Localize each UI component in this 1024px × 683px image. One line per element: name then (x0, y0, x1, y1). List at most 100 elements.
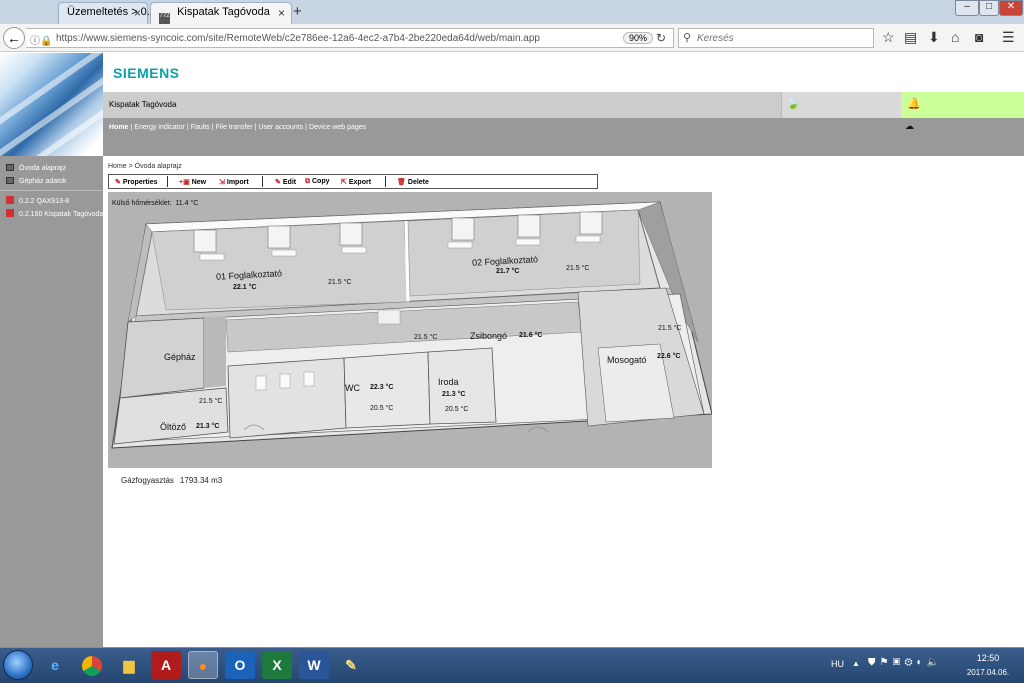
new-button[interactable]: +▣ New (179, 178, 206, 186)
import-icon: ⇲ (219, 179, 225, 186)
room-iroda-setpoint[interactable]: 20.5 °C (445, 406, 468, 413)
browser-nav-bar: ← ⓘ🔒 https://www.siemens-syncoic.com/sit… (0, 24, 1024, 52)
room-mosogato-setpoint[interactable]: 21.5 °C (658, 325, 681, 332)
toolbar-divider (167, 176, 168, 187)
browser-tab-bar: Üzemeltetés > 0... × 772 Kispatak Tagóvo… (0, 0, 1024, 25)
edit-button[interactable]: ✎ Edit (275, 178, 296, 186)
internet-explorer-icon[interactable]: e (40, 651, 70, 679)
export-button[interactable]: ⇱ Export (341, 178, 371, 186)
room-wc-setpoint[interactable]: 20.5 °C (370, 405, 393, 412)
device-icon (6, 209, 14, 217)
search-input[interactable] (697, 31, 867, 45)
room-zsibongo-label[interactable]: Zsibongó (470, 331, 507, 341)
clock-time[interactable]: 12:50 (968, 653, 1008, 663)
room-foglalkoztato-01-setpoint[interactable]: 21.5 °C (328, 279, 351, 286)
cloud-icon[interactable]: ☁ (905, 121, 914, 132)
excel-icon[interactable]: X (262, 651, 292, 679)
info-lock-icon[interactable]: ⓘ🔒 (30, 32, 52, 47)
search-icon: ⚲ (683, 32, 692, 44)
sidebar-item-ovoda-alaprajz[interactable]: Óvoda alaprajz (6, 164, 66, 172)
menu-device-web-pages[interactable]: Device web pages (309, 124, 366, 131)
import-button[interactable]: ⇲ Import (219, 178, 249, 186)
bell-icon: 🔔 (907, 98, 921, 110)
show-hidden-icons-icon[interactable]: ▲ (852, 659, 860, 668)
gas-consumption: Gázfogyasztás 1793.34 m3 (121, 476, 222, 485)
room-wc-label[interactable]: WC (345, 383, 360, 393)
tab-kispatak[interactable]: 772 Kispatak Tagóvoda × (150, 2, 292, 25)
room-zsibongo-temp: 21.6 °C (519, 332, 543, 339)
gas-consumption-value: 1793.34 m3 (179, 476, 223, 485)
sidebar-device-qax913[interactable]: 0.2.2 QAX913-8 (6, 196, 69, 205)
zoom-indicator[interactable]: 90% (623, 32, 654, 44)
close-tab-icon[interactable]: × (278, 6, 285, 20)
close-tab-icon[interactable]: × (134, 6, 141, 20)
outlook-icon[interactable]: O (225, 651, 255, 679)
reload-icon[interactable]: ↻ (656, 31, 666, 45)
copy-icon: ⧉ (305, 178, 310, 185)
room-zsibongo-setpoint[interactable]: 21.5 °C (414, 334, 437, 341)
paint-icon[interactable]: ✎ (336, 651, 366, 679)
clock-date[interactable]: 2017.04.06. (964, 668, 1012, 677)
room-mosogato-label[interactable]: Mosogató (607, 355, 647, 365)
main-menu: Home | Energy indicator | Faults | File transf… (103, 118, 1024, 156)
menu-user-accounts[interactable]: User accounts (258, 124, 303, 131)
hamburger-menu-icon[interactable]: ☰ (1002, 29, 1015, 46)
close-window-button[interactable]: ✕ (999, 0, 1023, 16)
delete-button[interactable]: 🗑 Delete (397, 178, 429, 186)
siemens-logo: SIEMENS (113, 65, 180, 81)
export-icon: ⇱ (341, 179, 347, 186)
sidebar-divider (0, 190, 103, 191)
room-oltozo-temp: 21.3 °C (196, 423, 220, 430)
room-foglalkoztato-02-setpoint[interactable]: 21.5 °C (566, 265, 589, 272)
menu-home[interactable]: Home (109, 124, 128, 131)
sidebar-item-gephaz-adatok[interactable]: Gépház adatok (6, 177, 66, 185)
home-icon[interactable]: ⌂ (951, 29, 959, 45)
room-gephaz-label[interactable]: Gépház (164, 352, 196, 362)
site-title-bar: Kispatak Tagóvoda 🍃 🔔 (103, 92, 1024, 118)
floor-plan: Külső hőmérséklet: 11.4 °C 01 Foglalkozt… (108, 192, 712, 468)
menu-faults[interactable]: Faults (191, 124, 210, 131)
tab-uzemeltetes[interactable]: Üzemeltetés > 0... × (58, 2, 156, 24)
file-explorer-icon[interactable]: ▆ (114, 651, 144, 679)
url-text: https://www.siemens-syncoic.com/site/Rem… (56, 33, 540, 44)
page-icon (6, 177, 14, 184)
gas-consumption-label: Gázfogyasztás (121, 476, 174, 485)
search-box[interactable]: ⚲ (678, 28, 874, 48)
chrome-icon[interactable] (77, 651, 107, 679)
building-photo (0, 53, 103, 156)
room-oltozo-label[interactable]: Öltöző (160, 422, 186, 432)
new-tab-icon[interactable]: + (293, 3, 302, 20)
minimize-window-button[interactable]: – (955, 0, 979, 16)
pocket-icon[interactable]: ◙ (975, 29, 983, 45)
copy-button[interactable]: ⧉ Copy (305, 178, 330, 186)
tray-icons[interactable]: ⛊⚑▣⚙◐🔈 (868, 657, 943, 668)
maximize-window-button[interactable]: □ (979, 0, 999, 16)
acrobat-icon[interactable]: A (151, 651, 181, 679)
new-icon: +▣ (179, 179, 190, 186)
firefox-icon[interactable]: ● (188, 651, 218, 679)
address-bar[interactable]: ⓘ🔒 https://www.siemens-syncoic.com/site/… (26, 28, 674, 48)
room-foglalkoztato-01-temp: 22.1 °C (233, 284, 257, 291)
room-wc-temp: 22.3 °C (370, 384, 394, 391)
properties-button[interactable]: ✎ Properties (115, 178, 158, 186)
tab-title: Üzemeltetés > 0... (67, 6, 156, 18)
room-iroda-label[interactable]: Iroda (438, 377, 459, 387)
room-iroda-temp: 21.3 °C (442, 391, 466, 398)
sidebar-device-kispatak[interactable]: 0.2.160 Kispatak Tagóvoda (6, 209, 103, 218)
menu-file-transfer[interactable]: File transfer (216, 124, 253, 131)
outside-temp-value: 11.4 °C (175, 200, 199, 207)
room-gephaz-setpoint[interactable]: 21.5 °C (199, 398, 222, 405)
energy-leaf-panel[interactable]: 🍃 (781, 92, 901, 118)
language-indicator[interactable]: HU (831, 659, 844, 669)
back-arrow-icon[interactable]: ← (3, 27, 25, 49)
windows-start-icon[interactable] (3, 650, 33, 680)
toolbar-divider (385, 176, 386, 187)
reader-list-icon[interactable]: ▤ (904, 29, 917, 46)
breadcrumb[interactable]: Home > Óvoda alaprajz (108, 163, 182, 170)
toolbar-divider (262, 176, 263, 187)
alarm-panel[interactable]: 🔔 (901, 92, 1024, 118)
menu-energy-indicator[interactable]: Energy indicator (134, 124, 185, 131)
word-icon[interactable]: W (299, 651, 329, 679)
bookmark-star-icon[interactable]: ☆ (882, 29, 895, 46)
download-arrow-icon[interactable]: ⬇ (928, 29, 940, 46)
